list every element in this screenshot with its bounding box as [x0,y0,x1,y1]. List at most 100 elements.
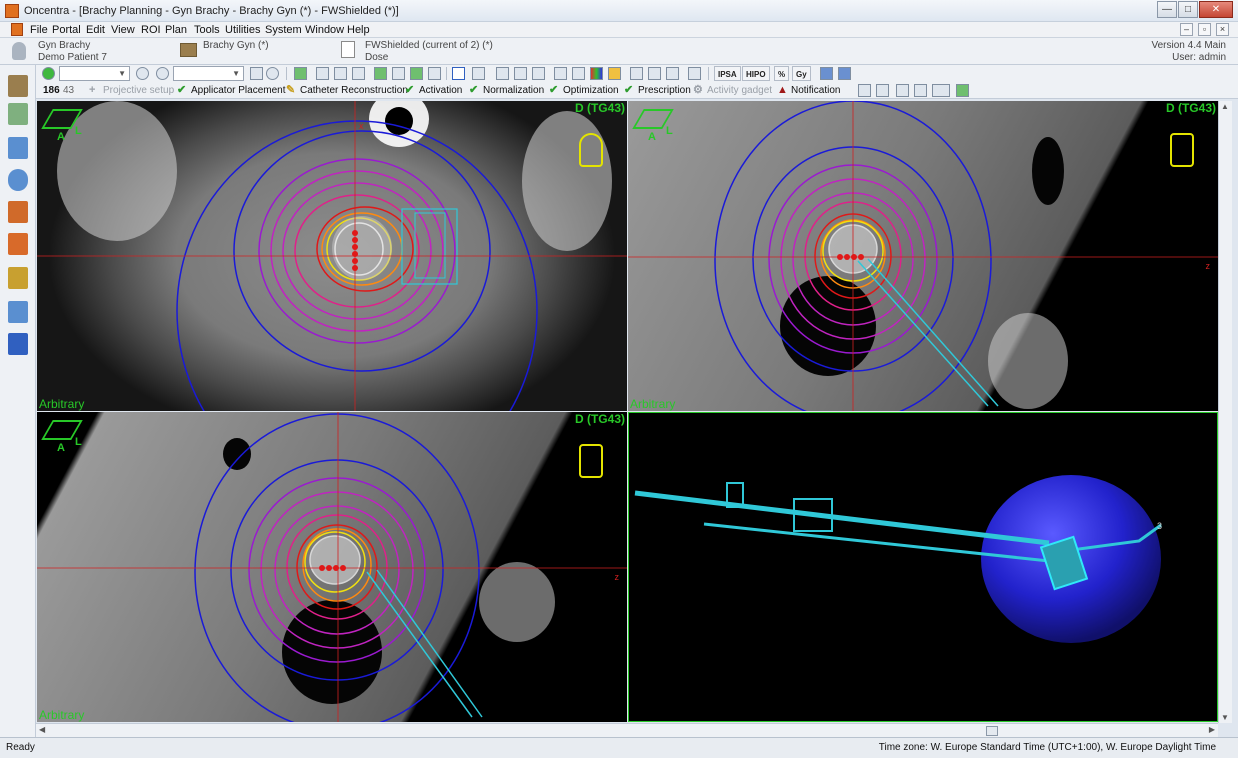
alert-icon[interactable] [8,233,28,255]
view-7-icon[interactable] [428,67,441,80]
dose-document-icon [341,41,355,58]
minimize-button[interactable]: — [1157,1,1177,18]
toolbar-separator [708,67,709,80]
step-catheter-reconstruction[interactable]: ✎ Catheter Reconstruction [285,83,408,98]
step-prescription[interactable]: ✔ Prescription [623,83,691,98]
title-bar: Oncentra - [Brachy Planning - Gyn Brachy… [0,0,1238,22]
gy-button[interactable]: Gy [792,66,811,81]
step-notification[interactable]: ▲ Notification [776,83,840,98]
view-6-icon[interactable] [410,67,423,80]
tools-icon[interactable] [956,84,969,97]
menu-roi[interactable]: ROI [141,24,161,36]
menu-window[interactable]: Window [305,24,344,36]
source-dot [858,254,864,260]
step-optimization[interactable]: ✔ Optimization [548,83,619,98]
menu-edit[interactable]: Edit [86,24,105,36]
viewport-transverse[interactable]: A L x D (TG43) Arbitrary [37,101,627,411]
dose-name: FWShielded (current of 2) (*) [365,40,493,51]
step-projective-setup[interactable]: + Projective setup [88,83,174,98]
step-activation[interactable]: ✔ Activation [404,83,462,98]
add-point-icon[interactable] [156,67,169,80]
ipsa-button[interactable]: IPSA [714,66,741,81]
menu-utilities[interactable]: Utilities [225,24,260,36]
check-icon: ✔ [549,84,559,96]
oncentra-logo-icon [5,4,19,18]
step-activity-gadget[interactable]: ⚙ Activity gadget [692,83,772,98]
view-5-icon[interactable] [392,67,405,80]
isodose-icon[interactable] [608,67,621,80]
source-dot [851,254,857,260]
menu-view[interactable]: View [111,24,135,36]
scale-icon[interactable] [8,267,28,289]
catheter-draw-icon[interactable] [452,67,465,80]
viewport-sagittal[interactable]: A L z D (TG43) Arbitrary [628,101,1218,411]
cc-icon[interactable] [8,333,28,355]
settings-icon[interactable] [136,67,149,80]
scroll-left-icon[interactable]: ◀ [39,725,45,734]
percent-button[interactable]: % [774,66,790,81]
book-icon[interactable] [8,201,28,223]
viewport-3d[interactable]: 3 [628,412,1218,722]
document-icon[interactable] [11,23,23,36]
case-icon[interactable] [8,75,28,97]
mdi-restore-button[interactable]: ▫ [1198,23,1211,36]
dose-overlay [628,101,1218,411]
add-icon[interactable] [42,67,55,80]
import-patient-icon[interactable] [8,137,28,159]
export-icon[interactable] [820,67,833,80]
layout-icon[interactable] [294,67,307,80]
globe-icon[interactable] [8,169,28,191]
point-combo[interactable]: ▼ [173,66,244,81]
color-map-icon[interactable] [590,67,603,80]
window-menu-icon[interactable] [932,84,950,97]
menu-system[interactable]: System [265,24,302,36]
print-icon[interactable] [688,67,701,80]
catheter-edit-icon[interactable] [472,67,485,80]
scroll-down-icon[interactable]: ▼ [1221,713,1229,722]
close-button[interactable]: ✕ [1199,1,1233,18]
scroll-right-icon[interactable]: ▶ [1209,725,1215,734]
view-1-icon[interactable] [316,67,329,80]
horizontal-scrollbar[interactable]: ◀ ▶ [36,723,1218,737]
import-icon[interactable] [838,67,851,80]
curve-2-icon[interactable] [648,67,661,80]
curve-3-icon[interactable] [666,67,679,80]
viewport-coronal[interactable]: A L z D (TG43) Arbitrary [37,412,627,722]
view-2-icon[interactable] [334,67,347,80]
hipo-button[interactable]: HIPO [742,66,770,81]
export-patient-icon[interactable] [8,301,28,323]
view-3-icon[interactable] [352,67,365,80]
snapshot-icon[interactable] [914,84,927,97]
pencil-icon[interactable] [250,67,263,80]
menu-tools[interactable]: Tools [194,24,220,36]
mdi-minimize-button[interactable]: – [1180,23,1193,36]
text-tool-icon[interactable] [514,67,527,80]
source-dot [352,244,358,250]
target-icon[interactable] [572,67,585,80]
applicator-shield [309,535,361,585]
step-normalization[interactable]: ✔ Normalization [468,83,544,98]
arrow-down-icon[interactable] [496,67,509,80]
menu-portal[interactable]: Portal [52,24,81,36]
calculator-icon[interactable] [858,84,871,97]
catheter-combo[interactable]: ▼ [59,66,130,81]
notes-icon[interactable] [8,103,28,125]
view-4-icon[interactable] [374,67,387,80]
maximize-button[interactable]: □ [1178,1,1198,18]
delete-icon[interactable] [266,67,279,80]
layout-toggle-icon[interactable] [896,84,909,97]
vertical-scrollbar[interactable]: ▲ ▼ [1218,101,1232,723]
menu-help[interactable]: Help [347,24,370,36]
marker-icon[interactable] [554,67,567,80]
scroll-up-icon[interactable]: ▲ [1221,102,1229,111]
menu-file[interactable]: File [30,24,48,36]
mdi-close-button[interactable]: × [1216,23,1229,36]
air-cavity [223,438,251,470]
cross-tool-icon[interactable] [532,67,545,80]
grid-icon[interactable] [876,84,889,97]
step-applicator-placement[interactable]: ✔ Applicator Placement [176,83,286,98]
scroll-thumb[interactable] [986,726,998,736]
source-dot [844,254,850,260]
menu-plan[interactable]: Plan [165,24,187,36]
curve-1-icon[interactable] [630,67,643,80]
